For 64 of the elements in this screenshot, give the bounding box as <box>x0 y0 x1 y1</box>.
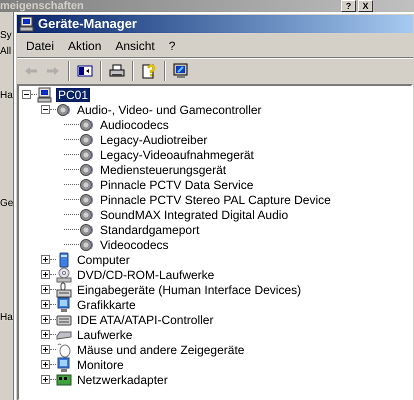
tree-item[interactable]: Audiocodecs <box>98 118 171 132</box>
menu-item[interactable]: ? <box>162 35 182 57</box>
tree-item[interactable]: Standardgameport <box>98 222 202 236</box>
speaker-icon <box>79 132 95 148</box>
collapse-icon[interactable] <box>22 90 31 99</box>
close-button[interactable]: X <box>358 0 373 12</box>
tree-item[interactable]: Grafikkarte <box>75 298 138 312</box>
tab-label: Ge <box>0 198 14 210</box>
speaker-icon <box>79 176 95 192</box>
tab-label: All <box>0 46 12 58</box>
tree-item[interactable]: Monitore <box>75 358 126 372</box>
expand-icon[interactable] <box>41 285 50 294</box>
speaker-icon <box>79 222 95 238</box>
expand-icon[interactable] <box>41 360 50 369</box>
tree-item[interactable]: Audio-, Video- und Gamecontroller <box>75 102 264 116</box>
tree-item[interactable]: Mäuse und andere Zeigegeräte <box>75 342 246 356</box>
expand-icon[interactable] <box>41 315 50 324</box>
network-card-icon <box>56 372 72 388</box>
expand-icon[interactable] <box>41 300 50 309</box>
mouse-icon <box>56 342 72 358</box>
tree-item[interactable]: Mediensteuerungsgerät <box>98 162 228 176</box>
tab-label: Sy <box>0 30 12 42</box>
expand-icon[interactable] <box>41 345 50 354</box>
window-title: Geräte-Manager <box>38 15 137 34</box>
speaker-icon <box>79 192 95 208</box>
tree-item[interactable]: Videocodecs <box>98 238 170 252</box>
speaker-icon <box>56 102 72 118</box>
speaker-icon <box>79 206 95 222</box>
tab-label: Ha <box>0 312 13 324</box>
tree-item[interactable]: Eingabegeräte (Human Interface Devices) <box>75 282 304 296</box>
computer-icon <box>19 16 35 32</box>
tree-item[interactable]: Laufwerke <box>75 328 134 342</box>
menu-item[interactable]: Aktion <box>61 35 108 57</box>
collapse-icon[interactable] <box>41 105 50 114</box>
input-device-icon <box>56 282 72 298</box>
tree-item[interactable]: Legacy-Videoaufnahmegerät <box>98 148 256 162</box>
tree-item[interactable]: Pinnacle PCTV Data Service <box>98 178 256 192</box>
panel-view-icon <box>77 63 93 79</box>
tree-item[interactable]: Legacy-Audiotreiber <box>98 132 210 146</box>
tree-item[interactable]: Computer <box>75 252 132 266</box>
monitor-icon <box>173 63 189 79</box>
expand-icon[interactable] <box>41 375 50 384</box>
printer-icon <box>109 63 125 79</box>
expand-icon[interactable] <box>41 255 50 264</box>
speaker-icon <box>79 162 95 178</box>
window-title: meigenschaften <box>0 0 84 12</box>
menu-item[interactable]: Datei <box>19 35 62 57</box>
tree-item[interactable]: DVD/CD-ROM-Laufwerke <box>75 268 216 282</box>
tab-label: Ha <box>0 90 13 102</box>
help-document-icon <box>141 63 157 79</box>
speaker-icon <box>79 146 95 162</box>
expand-icon[interactable] <box>41 330 50 339</box>
menu-item[interactable]: Ansicht <box>108 35 162 57</box>
speaker-icon <box>79 236 95 252</box>
help-button[interactable]: ? <box>341 0 356 12</box>
tree-item[interactable]: Netzwerkadapter <box>75 372 170 386</box>
speaker-icon <box>79 116 95 132</box>
tree-item[interactable]: SoundMAX Integrated Digital Audio <box>98 208 290 222</box>
tree-item[interactable]: Pinnacle PCTV Stereo PAL Capture Device <box>98 192 333 206</box>
tree-item[interactable]: PC01 <box>56 88 90 102</box>
tree-item[interactable]: IDE ATA/ATAPI-Controller <box>75 312 216 326</box>
disc-drive-icon <box>56 266 72 282</box>
expand-icon[interactable] <box>41 270 50 279</box>
computer-icon <box>37 86 53 102</box>
